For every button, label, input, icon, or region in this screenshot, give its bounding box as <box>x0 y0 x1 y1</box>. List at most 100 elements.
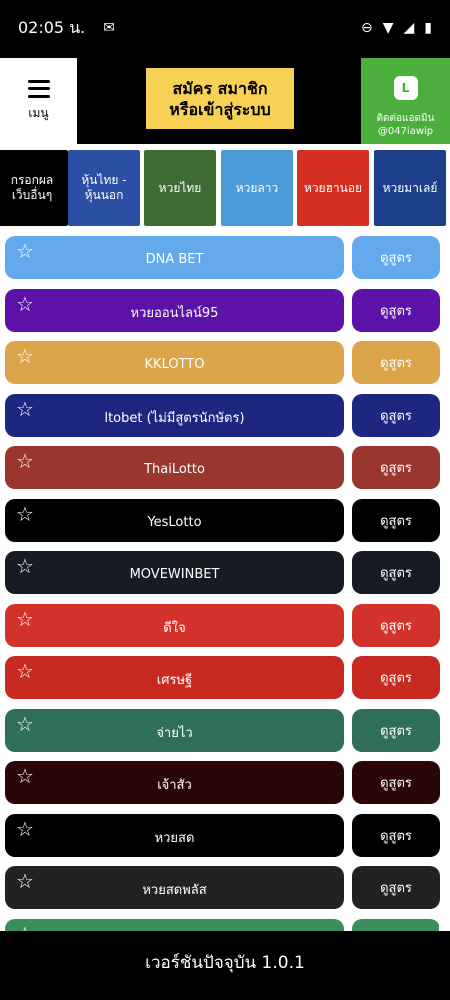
lottery-name-button[interactable]: ☆ จ่ายไว <box>5 708 344 752</box>
signal-icon: ◢ <box>403 20 415 36</box>
app-header: เมนู สมัคร สมาชิก หรือเข้าสู่ระบบ L ติดต… <box>0 56 450 144</box>
category-label: หวยฮานอย <box>303 180 363 195</box>
signup-line2: หรือเข้าสู่ระบบ <box>169 99 271 119</box>
lottery-name: ltobet (ไม่มีสูตรนักษัตร) <box>104 410 245 426</box>
lottery-name: หวยออนไลน์95 <box>130 305 219 321</box>
menu-label: เมนู <box>28 105 49 120</box>
lottery-row: ☆ เศรษฐี ดูสูตร <box>5 656 440 699</box>
lottery-row: ☆ หวยสดพลัส ดูสูตร <box>5 866 440 909</box>
view-formula-button[interactable]: ดูสูตร <box>352 761 440 804</box>
category-tab[interactable]: หวยมาเลย์ <box>374 150 446 226</box>
lottery-row: ☆ YesLotto ดูสูตร <box>5 498 440 542</box>
category-label-line2: หุ้นนอก <box>84 188 124 202</box>
star-icon[interactable]: ☆ <box>16 660 34 682</box>
star-icon[interactable]: ☆ <box>16 240 34 262</box>
view-formula-button[interactable]: ดูสูตร <box>352 866 440 909</box>
lottery-name-button[interactable]: ☆ หวยสด <box>5 813 344 857</box>
lottery-name: DNA BET <box>145 252 204 267</box>
star-icon[interactable]: ☆ <box>16 555 34 577</box>
star-icon[interactable]: ☆ <box>16 503 34 525</box>
category-tabs: กรอกผล เว็บอื่นๆ หุ้นไทย - หุ้นนอก หวยไทย หวย… <box>0 150 450 226</box>
lottery-name-button[interactable]: ☆ <box>5 918 344 932</box>
category-label: กรอกผล <box>10 173 54 187</box>
lottery-name-button[interactable]: ☆ หวยออนไลน์95 <box>5 288 344 332</box>
view-formula-button[interactable]: ดูสูตร <box>352 656 440 699</box>
star-icon[interactable]: ☆ <box>16 293 34 315</box>
lottery-name-button[interactable]: ☆ KKLOTTO <box>5 341 344 384</box>
view-formula-button[interactable] <box>352 918 439 931</box>
lottery-name: KKLOTTO <box>144 357 205 372</box>
lottery-row: ☆ จ่ายไว ดูสูตร <box>5 708 440 752</box>
battery-icon: ▮ <box>424 20 432 36</box>
contact-admin-button[interactable]: L ติดต่อแอดมิน @047iawip <box>361 58 450 144</box>
star-icon[interactable]: ☆ <box>16 450 34 472</box>
lottery-name-button[interactable]: ☆ เศรษฐี <box>5 656 344 699</box>
view-formula-button[interactable]: ดูสูตร <box>352 288 440 332</box>
line-icon: L <box>393 76 418 100</box>
hamburger-icon <box>27 79 50 98</box>
lottery-row: ☆ เจ้าสัว ดูสูตร <box>5 761 440 804</box>
lottery-name: ThaiLotto <box>144 462 205 477</box>
lottery-row: ☆ หวยออนไลน์95 ดูสูตร <box>5 288 440 332</box>
view-formula-button[interactable]: ดูสูตร <box>352 498 440 542</box>
star-icon[interactable]: ☆ <box>16 923 34 932</box>
star-icon[interactable]: ☆ <box>16 345 34 367</box>
star-icon[interactable]: ☆ <box>16 870 34 892</box>
lottery-row: ☆ MOVEWINBET ดูสูตร <box>5 551 440 594</box>
lottery-name: YesLotto <box>147 514 202 530</box>
contact-admin-label: ติดต่อแอดมิน <box>376 113 435 124</box>
category-tab[interactable]: หุ้นไทย - หุ้นนอก <box>68 150 140 226</box>
view-formula-button[interactable]: ดูสูตร <box>352 341 440 384</box>
lottery-row: ☆ KKLOTTO ดูสูตร <box>5 341 440 384</box>
category-label: หวยลาว <box>235 180 279 195</box>
status-icons: ⊖ ▼ ◢ ▮ <box>361 20 432 36</box>
view-formula-button[interactable]: ดูสูตร <box>352 551 440 594</box>
lottery-name-button[interactable]: ☆ ltobet (ไม่มีสูตรนักษัตร) <box>5 393 344 437</box>
category-label: หวยมาเลย์ <box>382 180 438 195</box>
lottery-name: หวยสด <box>154 830 195 846</box>
category-tab[interactable]: หวยไทย <box>144 150 216 226</box>
lottery-name: เจ้าสัว <box>157 778 192 793</box>
lottery-name: MOVEWINBET <box>129 567 220 582</box>
signup-login-button[interactable]: สมัคร สมาชิก หรือเข้าสู่ระบบ <box>146 68 294 129</box>
category-tab[interactable]: กรอกผล เว็บอื่นๆ <box>0 150 68 226</box>
view-formula-button[interactable]: ดูสูตร <box>352 446 440 489</box>
star-icon[interactable]: ☆ <box>16 765 34 787</box>
category-label-line2: เว็บอื่นๆ <box>11 188 53 202</box>
view-formula-button[interactable]: ดูสูตร <box>352 603 440 647</box>
lottery-name: หวยสดพลัส <box>142 883 207 898</box>
signup-line1: สมัคร สมาชิก <box>172 78 268 98</box>
star-icon[interactable]: ☆ <box>16 713 34 735</box>
status-time: 02:05 น. <box>18 17 86 37</box>
view-formula-button[interactable]: ดูสูตร <box>352 708 440 752</box>
lottery-row: ☆ <box>5 918 439 932</box>
lottery-row: ☆ ดีใจ ดูสูตร <box>5 603 440 647</box>
lottery-name-button[interactable]: ☆ เจ้าสัว <box>5 761 344 804</box>
star-icon[interactable]: ☆ <box>16 818 34 840</box>
star-icon[interactable]: ☆ <box>16 398 34 420</box>
menu-button[interactable]: เมนู <box>0 58 77 144</box>
lottery-row: ☆ ThaiLotto ดูสูตร <box>5 446 440 489</box>
lottery-row: ☆ หวยสด ดูสูตร <box>5 813 440 857</box>
category-tab[interactable]: หวยฮานอย <box>297 150 369 226</box>
line-id: @047iawip <box>377 126 434 137</box>
star-icon[interactable]: ☆ <box>16 608 34 630</box>
view-formula-button[interactable]: ดูสูตร <box>352 813 440 857</box>
wifi-icon: ▼ <box>382 20 394 36</box>
version-text: เวอร์ชันปัจจุบัน 1.0.1 <box>145 953 305 973</box>
category-tab[interactable]: หวยลาว <box>221 150 293 226</box>
view-formula-button[interactable]: ดูสูตร <box>352 393 440 437</box>
lottery-name-button[interactable]: ☆ หวยสดพลัส <box>5 866 344 909</box>
lottery-row: ☆ ltobet (ไม่มีสูตรนักษัตร) ดูสูตร <box>5 393 440 437</box>
lottery-name-button[interactable]: ☆ ThaiLotto <box>5 446 344 489</box>
dnd-icon: ⊖ <box>360 20 373 36</box>
lottery-name: จ่ายไว <box>156 725 193 741</box>
lottery-name-button[interactable]: ☆ ดีใจ <box>5 603 344 647</box>
lottery-name-button[interactable]: ☆ DNA BET <box>5 236 344 279</box>
lottery-name: ดีใจ <box>163 620 186 636</box>
lottery-name-button[interactable]: ☆ YesLotto <box>5 498 344 542</box>
status-bar: 02:05 น. ✉ ⊖ ▼ ◢ ▮ <box>0 0 450 56</box>
version-footer: เวอร์ชันปัจจุบัน 1.0.1 <box>0 931 450 1000</box>
view-formula-button[interactable]: ดูสูตร <box>352 236 440 279</box>
lottery-name-button[interactable]: ☆ MOVEWINBET <box>5 551 344 594</box>
